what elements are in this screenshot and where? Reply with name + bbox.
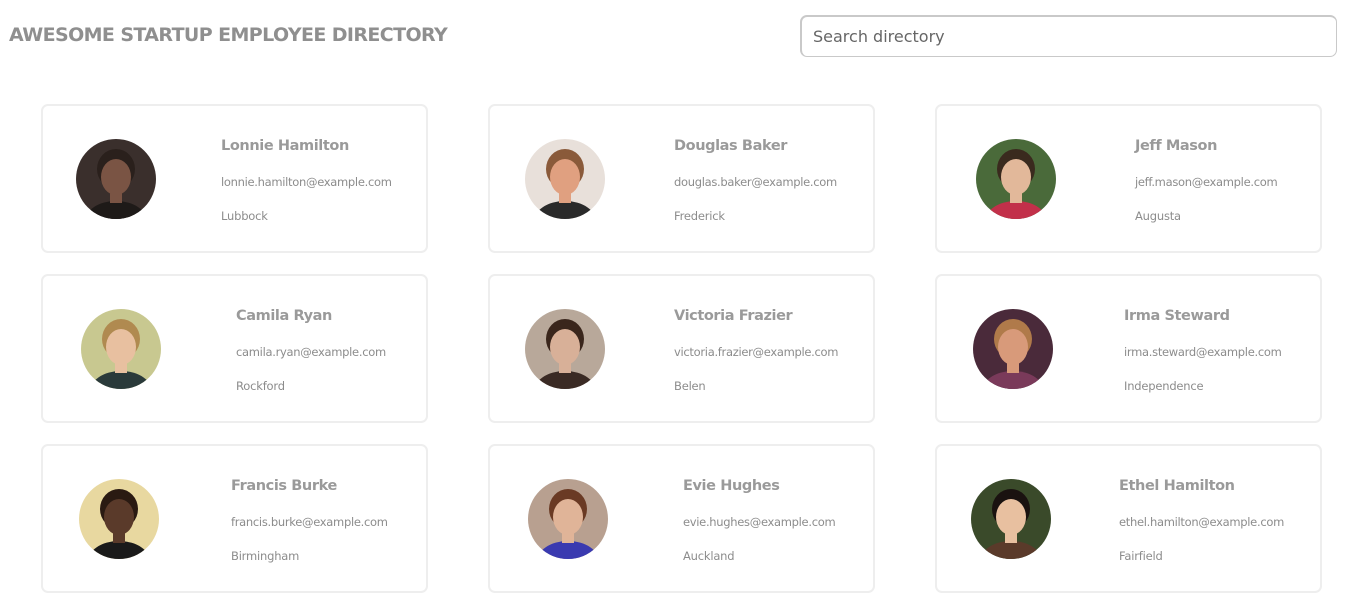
avatar-photo (525, 309, 605, 389)
avatar-photo (528, 479, 608, 559)
employee-name: Evie Hughes (683, 478, 780, 494)
employee-email: jeff.mason@example.com (1135, 175, 1278, 189)
employee-avatar (525, 139, 605, 219)
employee-city: Auckland (683, 549, 735, 563)
employee-card[interactable]: Ethel Hamilton ethel.hamilton@example.co… (935, 444, 1322, 593)
avatar-photo (81, 309, 161, 389)
search-input[interactable] (800, 15, 1337, 57)
avatar-face (998, 329, 1028, 365)
employee-card[interactable]: Camila Ryan camila.ryan@example.com Rock… (41, 274, 428, 423)
employee-avatar (79, 479, 159, 559)
avatar-photo (525, 139, 605, 219)
page-title: AWESOME STARTUP EMPLOYEE DIRECTORY (9, 24, 448, 46)
employee-info: Lonnie Hamilton lonnie.hamilton@example.… (221, 137, 392, 223)
employee-info: Evie Hughes evie.hughes@example.com Auck… (683, 477, 836, 563)
avatar-photo (976, 139, 1056, 219)
employee-avatar (76, 139, 156, 219)
employee-avatar (525, 309, 605, 389)
employee-avatar (971, 479, 1051, 559)
avatar-face (1001, 159, 1031, 195)
employee-email: ethel.hamilton@example.com (1119, 515, 1284, 529)
employee-avatar (528, 479, 608, 559)
avatar-face (553, 499, 583, 535)
avatar-face (101, 159, 131, 195)
avatar-face (104, 499, 134, 535)
employee-info: Irma Steward irma.steward@example.com In… (1124, 307, 1282, 393)
employee-email: francis.burke@example.com (231, 515, 388, 529)
employee-city: Frederick (674, 209, 725, 223)
employee-card[interactable]: Douglas Baker douglas.baker@example.com … (488, 104, 875, 253)
avatar-photo (76, 139, 156, 219)
employee-city: Rockford (236, 379, 285, 393)
employee-card[interactable]: Francis Burke francis.burke@example.com … (41, 444, 428, 593)
employee-name: Douglas Baker (674, 138, 788, 154)
avatar-face (550, 329, 580, 365)
employee-name: Lonnie Hamilton (221, 138, 349, 154)
employee-city: Birmingham (231, 549, 300, 563)
employee-name: Jeff Mason (1135, 138, 1218, 154)
avatar-photo (79, 479, 159, 559)
employee-avatar (976, 139, 1056, 219)
employee-name: Ethel Hamilton (1119, 478, 1235, 494)
avatar-face (550, 159, 580, 195)
avatar-face (106, 329, 136, 365)
employee-city: Fairfield (1119, 549, 1163, 563)
employee-gallery: Lonnie Hamilton lonnie.hamilton@example.… (41, 104, 1322, 593)
employee-name: Victoria Frazier (674, 308, 793, 324)
employee-email: douglas.baker@example.com (674, 175, 837, 189)
employee-email: evie.hughes@example.com (683, 515, 836, 529)
employee-info: Francis Burke francis.burke@example.com … (231, 477, 388, 563)
employee-info: Camila Ryan camila.ryan@example.com Rock… (236, 307, 386, 393)
avatar-photo (971, 479, 1051, 559)
employee-email: irma.steward@example.com (1124, 345, 1282, 359)
employee-card[interactable]: Jeff Mason jeff.mason@example.com August… (935, 104, 1322, 253)
employee-info: Victoria Frazier victoria.frazier@exampl… (674, 307, 838, 393)
avatar-photo (973, 309, 1053, 389)
employee-city: Lubbock (221, 209, 268, 223)
employee-info: Jeff Mason jeff.mason@example.com August… (1135, 137, 1278, 223)
employee-card[interactable]: Irma Steward irma.steward@example.com In… (935, 274, 1322, 423)
employee-avatar (973, 309, 1053, 389)
employee-avatar (81, 309, 161, 389)
employee-name: Irma Steward (1124, 308, 1230, 324)
employee-card[interactable]: Victoria Frazier victoria.frazier@exampl… (488, 274, 875, 423)
employee-card[interactable]: Evie Hughes evie.hughes@example.com Auck… (488, 444, 875, 593)
employee-email: victoria.frazier@example.com (674, 345, 839, 359)
employee-city: Independence (1124, 379, 1204, 393)
employee-name: Francis Burke (231, 478, 337, 494)
avatar-face (996, 499, 1026, 535)
employee-city: Belen (674, 379, 706, 393)
employee-email: lonnie.hamilton@example.com (221, 175, 392, 189)
employee-info: Douglas Baker douglas.baker@example.com … (674, 137, 837, 223)
employee-email: camila.ryan@example.com (236, 345, 386, 359)
employee-card[interactable]: Lonnie Hamilton lonnie.hamilton@example.… (41, 104, 428, 253)
employee-name: Camila Ryan (236, 308, 332, 324)
employee-info: Ethel Hamilton ethel.hamilton@example.co… (1119, 477, 1284, 563)
employee-city: Augusta (1135, 209, 1181, 223)
